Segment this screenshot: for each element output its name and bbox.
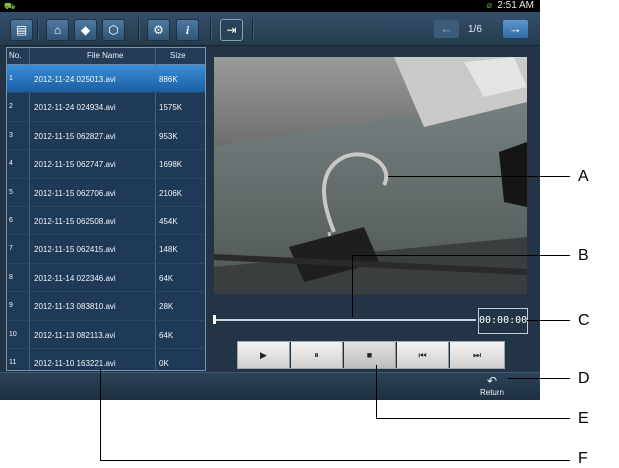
- file-no: 7: [9, 245, 13, 253]
- file-row[interactable]: 5 2012-11-15 062706.avi 2106K: [7, 179, 205, 207]
- signal-icon: ⌀: [486, 0, 492, 10]
- callout-label-e: E: [578, 410, 589, 427]
- callout-label-f: F: [578, 450, 588, 467]
- return-button[interactable]: ↶ Return: [472, 374, 512, 398]
- callout-label-c: C: [578, 312, 590, 329]
- callout-label-d: D: [578, 370, 590, 387]
- file-no: 10: [9, 330, 17, 338]
- callout-line-a: [388, 176, 570, 177]
- app-status-icon: ⛟: [4, 1, 16, 11]
- file-list: No. File Name Size 1 2012-11-24 025013.a…: [6, 47, 206, 371]
- return-icon: ↶: [486, 374, 498, 388]
- callout-label-b: B: [578, 247, 589, 264]
- file-name: 2012-11-14 022346.avi: [34, 273, 116, 283]
- callout-line-b-vertical: [352, 255, 353, 317]
- file-row[interactable]: 9 2012-11-13 083810.avi 28K: [7, 292, 205, 321]
- device-screen: ⛟ ⌀ 2:51 AM ▤ ⌂ ◆ ⬡ ⚙ i ⇥ ← 1/6 → No. Fi…: [0, 0, 540, 400]
- rewind-icon[interactable]: ⏮: [397, 342, 449, 368]
- file-size: 454K: [159, 216, 178, 226]
- fast-forward-icon[interactable]: ⏭: [450, 342, 504, 368]
- file-size: 953K: [159, 131, 178, 141]
- playback-progress-thumb[interactable]: [213, 315, 216, 324]
- file-row[interactable]: 6 2012-11-15 062508.avi 454K: [7, 207, 205, 236]
- file-size: 148K: [159, 245, 178, 255]
- file-name: 2012-11-24 025013.avi: [34, 75, 116, 84]
- file-name: 2012-11-15 062747.avi: [34, 160, 116, 170]
- playback-progress-track[interactable]: [214, 319, 476, 321]
- file-name: 2012-11-15 062415.avi: [34, 245, 116, 255]
- file-row[interactable]: 7 2012-11-15 062415.avi 148K: [7, 235, 205, 264]
- menu-icon[interactable]: ▤: [10, 19, 33, 41]
- info-icon[interactable]: i: [176, 19, 199, 41]
- file-name: 2012-11-15 062706.avi: [34, 188, 116, 198]
- callout-label-a: A: [578, 168, 589, 185]
- pause-icon[interactable]: ⏸: [291, 342, 343, 368]
- page-counter: 1/6: [468, 24, 482, 35]
- column-header-file-name: File Name: [87, 51, 124, 60]
- exit-icon[interactable]: ⇥: [220, 19, 243, 41]
- file-size: 64K: [159, 273, 174, 283]
- file-size: 2106K: [159, 188, 183, 198]
- file-row[interactable]: 4 2012-11-15 062747.avi 1698K: [7, 150, 205, 179]
- file-no: 4: [9, 160, 13, 168]
- tag-icon[interactable]: ◆: [74, 19, 97, 41]
- play-icon[interactable]: ▶: [238, 342, 290, 368]
- toolbar-divider: [252, 18, 254, 40]
- file-no: 5: [9, 188, 13, 196]
- file-name: 2012-11-15 062827.avi: [34, 131, 116, 141]
- file-row[interactable]: 2 2012-11-24 024934.avi 1575K: [7, 93, 205, 122]
- callout-line-e-horizontal: [376, 418, 570, 419]
- column-header-size: Size: [170, 51, 186, 60]
- file-no: 8: [9, 273, 13, 281]
- callout-line-f-horizontal: [100, 460, 570, 461]
- file-no: 6: [9, 216, 13, 224]
- file-size: 28K: [159, 302, 174, 312]
- file-size: 0K: [159, 358, 169, 368]
- toolbar-divider: [37, 18, 39, 40]
- settings-icon[interactable]: ⚙: [147, 19, 170, 41]
- next-page-icon[interactable]: →: [503, 20, 528, 38]
- home-icon[interactable]: ⌂: [46, 19, 69, 41]
- file-row[interactable]: 1 2012-11-24 025013.avi 886K: [7, 65, 205, 94]
- callout-line-e-vertical: [376, 365, 377, 418]
- file-name: 2012-11-24 024934.avi: [34, 103, 116, 113]
- file-row[interactable]: 8 2012-11-14 022346.avi 64K: [7, 264, 205, 293]
- file-list-header: No. File Name Size: [7, 48, 205, 65]
- callout-line-f-vertical: [100, 369, 101, 460]
- file-row[interactable]: 10 2012-11-13 082113.avi 64K: [7, 321, 205, 349]
- toolbar: ▤ ⌂ ◆ ⬡ ⚙ i ⇥ ← 1/6 →: [0, 12, 540, 46]
- file-no: 2: [9, 103, 13, 111]
- playback-timecode: 00:00:00: [478, 308, 528, 334]
- file-name: 2012-11-13 082113.avi: [34, 330, 116, 340]
- file-size: 886K: [159, 75, 178, 84]
- file-size: 1698K: [159, 160, 183, 170]
- toolbar-divider: [138, 18, 140, 40]
- callout-line-c: [527, 320, 570, 321]
- shield-icon[interactable]: ⬡: [102, 19, 125, 41]
- file-no: 9: [9, 302, 13, 310]
- file-no: 11: [9, 358, 17, 366]
- prev-page-icon[interactable]: ←: [434, 20, 459, 38]
- return-label: Return: [479, 388, 504, 397]
- stop-icon[interactable]: ■: [344, 342, 396, 368]
- file-no: 3: [9, 131, 13, 139]
- file-row[interactable]: 3 2012-11-15 062827.avi 953K: [7, 122, 205, 151]
- toolbar-divider: [210, 18, 212, 40]
- file-size: 1575K: [159, 103, 183, 113]
- file-size: 64K: [159, 330, 174, 340]
- status-time: 2:51 AM: [497, 0, 534, 11]
- file-name: 2012-11-10 163221.avi: [34, 358, 116, 368]
- column-header-no: No.: [9, 51, 22, 60]
- status-bar: ⛟ ⌀ 2:51 AM: [0, 0, 540, 12]
- callout-line-d: [508, 378, 570, 379]
- bottom-bar: ↶ Return: [0, 372, 540, 400]
- file-no: 1: [9, 75, 13, 82]
- file-name: 2012-11-13 083810.avi: [34, 302, 116, 312]
- file-name: 2012-11-15 062508.avi: [34, 216, 116, 226]
- playback-controls: ▶ ⏸ ■ ⏮ ⏭: [237, 341, 505, 369]
- callout-line-b-horizontal: [352, 255, 570, 256]
